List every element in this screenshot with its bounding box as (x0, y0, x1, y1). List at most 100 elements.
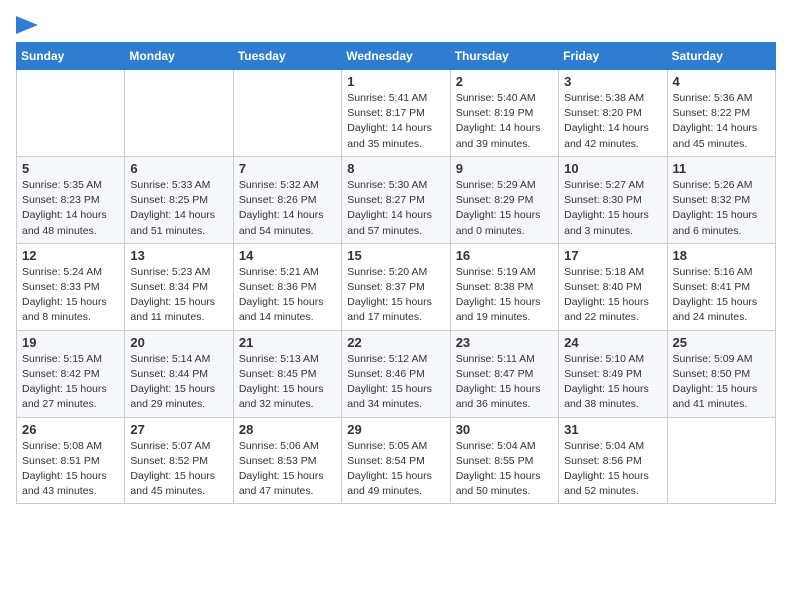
day-info: Sunrise: 5:04 AMSunset: 8:55 PMDaylight:… (456, 439, 553, 500)
day-number: 23 (456, 335, 553, 350)
day-info: Sunrise: 5:07 AMSunset: 8:52 PMDaylight:… (130, 439, 227, 500)
day-number: 25 (673, 335, 770, 350)
calendar-cell: 21 Sunrise: 5:13 AMSunset: 8:45 PMDayligh… (233, 330, 341, 417)
day-number: 11 (673, 161, 770, 176)
day-info: Sunrise: 5:21 AMSunset: 8:36 PMDaylight:… (239, 265, 336, 326)
logo (16, 16, 38, 34)
calendar-cell: 23 Sunrise: 5:11 AMSunset: 8:47 PMDayligh… (450, 330, 558, 417)
day-number: 6 (130, 161, 227, 176)
calendar-cell: 6 Sunrise: 5:33 AMSunset: 8:25 PMDaylight… (125, 156, 233, 243)
day-of-week-header: Thursday (450, 43, 558, 70)
calendar-cell: 2 Sunrise: 5:40 AMSunset: 8:19 PMDaylight… (450, 70, 558, 157)
day-info: Sunrise: 5:19 AMSunset: 8:38 PMDaylight:… (456, 265, 553, 326)
day-info: Sunrise: 5:08 AMSunset: 8:51 PMDaylight:… (22, 439, 119, 500)
calendar-cell: 15 Sunrise: 5:20 AMSunset: 8:37 PMDayligh… (342, 243, 450, 330)
day-number: 30 (456, 422, 553, 437)
calendar-cell: 3 Sunrise: 5:38 AMSunset: 8:20 PMDaylight… (559, 70, 667, 157)
day-info: Sunrise: 5:33 AMSunset: 8:25 PMDaylight:… (130, 178, 227, 239)
day-of-week-header: Wednesday (342, 43, 450, 70)
day-number: 4 (673, 74, 770, 89)
calendar-cell: 16 Sunrise: 5:19 AMSunset: 8:38 PMDayligh… (450, 243, 558, 330)
calendar-cell: 13 Sunrise: 5:23 AMSunset: 8:34 PMDayligh… (125, 243, 233, 330)
day-number: 15 (347, 248, 444, 263)
day-number: 21 (239, 335, 336, 350)
day-info: Sunrise: 5:20 AMSunset: 8:37 PMDaylight:… (347, 265, 444, 326)
day-number: 19 (22, 335, 119, 350)
calendar-cell: 10 Sunrise: 5:27 AMSunset: 8:30 PMDayligh… (559, 156, 667, 243)
page-header (16, 16, 776, 34)
calendar-cell: 30 Sunrise: 5:04 AMSunset: 8:55 PMDayligh… (450, 417, 558, 504)
day-number: 24 (564, 335, 661, 350)
calendar-cell: 8 Sunrise: 5:30 AMSunset: 8:27 PMDaylight… (342, 156, 450, 243)
day-info: Sunrise: 5:40 AMSunset: 8:19 PMDaylight:… (456, 91, 553, 152)
day-number: 1 (347, 74, 444, 89)
day-number: 27 (130, 422, 227, 437)
day-number: 28 (239, 422, 336, 437)
day-info: Sunrise: 5:15 AMSunset: 8:42 PMDaylight:… (22, 352, 119, 413)
calendar-cell: 31Sunrise: 5:04 AMSunset: 8:56 PMDayligh… (559, 417, 667, 504)
day-number: 29 (347, 422, 444, 437)
day-info: Sunrise: 5:09 AMSunset: 8:50 PMDaylight:… (673, 352, 770, 413)
day-info: Sunrise: 5:32 AMSunset: 8:26 PMDaylight:… (239, 178, 336, 239)
day-info: Sunrise: 5:11 AMSunset: 8:47 PMDaylight:… (456, 352, 553, 413)
day-number: 8 (347, 161, 444, 176)
day-number: 31 (564, 422, 661, 437)
calendar-week-row: 12 Sunrise: 5:24 AMSunset: 8:33 PMDayligh… (17, 243, 776, 330)
day-info: Sunrise: 5:26 AMSunset: 8:32 PMDaylight:… (673, 178, 770, 239)
day-info: Sunrise: 5:12 AMSunset: 8:46 PMDaylight:… (347, 352, 444, 413)
calendar-cell: 26Sunrise: 5:08 AMSunset: 8:51 PMDayligh… (17, 417, 125, 504)
day-number: 10 (564, 161, 661, 176)
day-info: Sunrise: 5:35 AMSunset: 8:23 PMDaylight:… (22, 178, 119, 239)
calendar-cell: 27 Sunrise: 5:07 AMSunset: 8:52 PMDayligh… (125, 417, 233, 504)
day-info: Sunrise: 5:10 AMSunset: 8:49 PMDaylight:… (564, 352, 661, 413)
calendar-cell (17, 70, 125, 157)
day-info: Sunrise: 5:24 AMSunset: 8:33 PMDaylight:… (22, 265, 119, 326)
logo-arrow-icon (16, 16, 38, 34)
day-number: 20 (130, 335, 227, 350)
day-info: Sunrise: 5:16 AMSunset: 8:41 PMDaylight:… (673, 265, 770, 326)
calendar-cell: 4Sunrise: 5:36 AMSunset: 8:22 PMDaylight… (667, 70, 775, 157)
calendar-week-row: 26Sunrise: 5:08 AMSunset: 8:51 PMDayligh… (17, 417, 776, 504)
calendar-cell: 18 Sunrise: 5:16 AMSunset: 8:41 PMDayligh… (667, 243, 775, 330)
day-of-week-header: Saturday (667, 43, 775, 70)
calendar-cell: 14 Sunrise: 5:21 AMSunset: 8:36 PMDayligh… (233, 243, 341, 330)
day-info: Sunrise: 5:30 AMSunset: 8:27 PMDaylight:… (347, 178, 444, 239)
day-info: Sunrise: 5:38 AMSunset: 8:20 PMDaylight:… (564, 91, 661, 152)
calendar-cell (125, 70, 233, 157)
day-number: 3 (564, 74, 661, 89)
day-number: 13 (130, 248, 227, 263)
day-of-week-header: Friday (559, 43, 667, 70)
day-info: Sunrise: 5:05 AMSunset: 8:54 PMDaylight:… (347, 439, 444, 500)
calendar-cell: 5 Sunrise: 5:35 AMSunset: 8:23 PMDaylight… (17, 156, 125, 243)
calendar-cell: 7 Sunrise: 5:32 AMSunset: 8:26 PMDaylight… (233, 156, 341, 243)
calendar-cell: 1Sunrise: 5:41 AMSunset: 8:17 PMDaylight… (342, 70, 450, 157)
calendar-week-row: 5 Sunrise: 5:35 AMSunset: 8:23 PMDaylight… (17, 156, 776, 243)
day-number: 2 (456, 74, 553, 89)
day-number: 16 (456, 248, 553, 263)
calendar-cell: 24 Sunrise: 5:10 AMSunset: 8:49 PMDayligh… (559, 330, 667, 417)
day-info: Sunrise: 5:06 AMSunset: 8:53 PMDaylight:… (239, 439, 336, 500)
day-number: 14 (239, 248, 336, 263)
calendar-cell (667, 417, 775, 504)
calendar-cell: 11 Sunrise: 5:26 AMSunset: 8:32 PMDayligh… (667, 156, 775, 243)
calendar-cell: 20Sunrise: 5:14 AMSunset: 8:44 PMDayligh… (125, 330, 233, 417)
day-info: Sunrise: 5:29 AMSunset: 8:29 PMDaylight:… (456, 178, 553, 239)
calendar-cell: 12 Sunrise: 5:24 AMSunset: 8:33 PMDayligh… (17, 243, 125, 330)
day-number: 17 (564, 248, 661, 263)
day-number: 5 (22, 161, 119, 176)
day-info: Sunrise: 5:23 AMSunset: 8:34 PMDaylight:… (130, 265, 227, 326)
day-number: 9 (456, 161, 553, 176)
calendar-cell: 25 Sunrise: 5:09 AMSunset: 8:50 PMDayligh… (667, 330, 775, 417)
calendar-week-row: 1Sunrise: 5:41 AMSunset: 8:17 PMDaylight… (17, 70, 776, 157)
day-info: Sunrise: 5:13 AMSunset: 8:45 PMDaylight:… (239, 352, 336, 413)
day-number: 12 (22, 248, 119, 263)
day-number: 7 (239, 161, 336, 176)
day-number: 18 (673, 248, 770, 263)
day-of-week-header: Monday (125, 43, 233, 70)
calendar-header-row: SundayMondayTuesdayWednesdayThursdayFrid… (17, 43, 776, 70)
calendar-cell: 22 Sunrise: 5:12 AMSunset: 8:46 PMDayligh… (342, 330, 450, 417)
day-info: Sunrise: 5:27 AMSunset: 8:30 PMDaylight:… (564, 178, 661, 239)
calendar-week-row: 19 Sunrise: 5:15 AMSunset: 8:42 PMDayligh… (17, 330, 776, 417)
day-number: 22 (347, 335, 444, 350)
calendar-cell: 19 Sunrise: 5:15 AMSunset: 8:42 PMDayligh… (17, 330, 125, 417)
